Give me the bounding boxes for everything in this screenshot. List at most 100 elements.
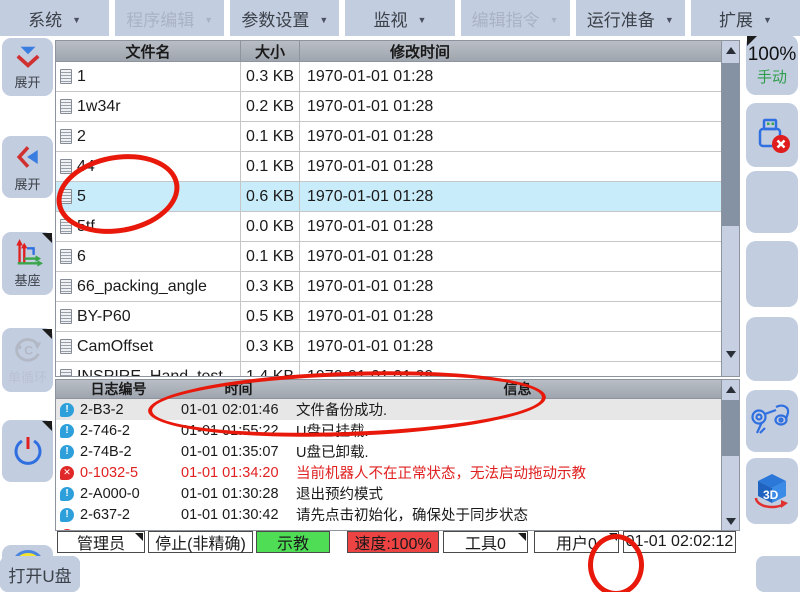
action-button[interactable]: 打开U盘 [0, 556, 80, 592]
speed-mode-button[interactable]: 100% 手动 [746, 35, 798, 95]
teach-pendant-screen: 系统 程序编辑 参数设置 监视 编辑指令 [0, 0, 800, 592]
log-scrollbar[interactable] [721, 380, 739, 530]
file-scrollbar[interactable] [721, 41, 739, 376]
log-level-icon [60, 424, 74, 438]
teach-mode-badge: 示教 [256, 531, 330, 553]
column-header-log-message: 信息 [296, 380, 739, 398]
log-row[interactable]: 2-637-2 01-01 01:30:42 请先点击初始化，确保处于同步状态 [56, 504, 721, 525]
button-label: 基座 [14, 270, 40, 289]
double-chevron-left-icon [14, 142, 42, 172]
speed-percent: 100% [748, 44, 797, 66]
log-row[interactable]: 2-746-2 01-01 01:55:22 U盘已挂载. [56, 420, 721, 441]
file-icon [60, 279, 72, 294]
user-frame-selector[interactable]: 用户0 [534, 531, 619, 553]
log-row[interactable]: 2-B3-2 01-01 02:01:46 文件备份成功. [56, 399, 721, 420]
log-level-icon [60, 445, 74, 459]
file-table: 文件名 大小 修改时间 1 0.3 KB 1970-01-01 01:28 [55, 40, 740, 377]
file-size: 0.0 KB [241, 212, 300, 241]
file-row[interactable]: 6 0.1 KB 1970-01-01 01:28 [56, 242, 721, 272]
chevron-down-icon [665, 8, 674, 28]
action-button-label: 打开U盘 [8, 562, 71, 587]
log-level-icon [60, 487, 74, 501]
log-time: 01-01 01:30:42 [181, 507, 296, 523]
menu-item[interactable]: 监视 [345, 0, 454, 36]
log-list: 2-B3-2 01-01 02:01:46 文件备份成功. 2-746-2 01… [56, 399, 721, 530]
menu-item-label: 监视 [374, 6, 408, 31]
log-row[interactable]: 2-A000-0 01-01 01:30:28 退出预约模式 [56, 483, 721, 504]
menu-item-label: 扩展 [719, 6, 753, 31]
action-bar: 新建 重命名 删除 复制 移动 打开 备份 [0, 556, 800, 592]
usb-eject-button[interactable] [746, 103, 798, 167]
column-header-modified: 修改时间 [300, 41, 739, 61]
scroll-down-icon[interactable] [722, 345, 739, 363]
menu-item[interactable]: 参数设置 [230, 0, 339, 36]
file-name: 5 [77, 188, 86, 206]
drag-teach-button[interactable] [746, 390, 798, 452]
clock: 01-01 02:02:12 [623, 531, 736, 553]
empty-slot-button [746, 171, 798, 233]
log-time: 01-01 01:35:07 [181, 444, 296, 460]
log-id: 0-1032-5 [80, 465, 138, 481]
double-chevron-down-icon [12, 44, 44, 70]
scrollbar-thumb[interactable] [722, 400, 739, 456]
log-table: 日志编号 时间 信息 2-B3-2 01-01 02:01:46 文件备份成功. [55, 379, 740, 531]
column-header-filename: 文件名 [56, 41, 241, 61]
log-row[interactable]: 0-1032-5 01-01 01:34:20 当前机器人不在正常状态，无法启动… [56, 462, 721, 483]
log-id: 2-A000-0 [80, 486, 140, 502]
scroll-down-icon[interactable] [722, 512, 739, 530]
file-row[interactable]: BY-P60 0.5 KB 1970-01-01 01:28 [56, 302, 721, 332]
svg-text:C: C [24, 343, 33, 357]
file-modified-time: 1970-01-01 01:28 [300, 92, 721, 121]
file-row[interactable]: 66_packing_angle 0.3 KB 1970-01-01 01:28 [56, 272, 721, 302]
file-modified-time: 1970-01-01 01:28 [300, 302, 721, 331]
log-message: 文件备份成功. [296, 399, 721, 420]
menu-item[interactable]: 编辑指令 [461, 0, 570, 36]
file-row[interactable]: 5 0.6 KB 1970-01-01 01:28 [56, 182, 721, 212]
column-header-log-id: 日志编号 [56, 380, 181, 398]
menu-item[interactable]: 运行准备 [576, 0, 685, 36]
file-modified-time: 1970-01-01 01:29 [300, 362, 721, 376]
file-row[interactable]: 5tf 0.0 KB 1970-01-01 01:28 [56, 212, 721, 242]
view-3d-button[interactable]: 3D [746, 458, 798, 524]
file-icon [60, 99, 72, 114]
file-row[interactable]: 2 0.1 KB 1970-01-01 01:28 [56, 122, 721, 152]
log-level-icon [60, 466, 74, 480]
log-message: U盘已挂载. [296, 420, 721, 441]
file-icon [60, 129, 72, 144]
file-modified-time: 1970-01-01 01:28 [300, 122, 721, 151]
chevron-down-icon [763, 8, 772, 28]
power-button[interactable] [2, 420, 53, 482]
log-row[interactable]: 2-74B-2 01-01 01:35:07 U盘已卸载. [56, 441, 721, 462]
log-time: 01-01 01:55:22 [181, 423, 296, 439]
file-row[interactable]: 44 0.1 KB 1970-01-01 01:28 [56, 152, 721, 182]
file-row[interactable]: 1w34r 0.2 KB 1970-01-01 01:28 [56, 92, 721, 122]
usb-error-icon [751, 114, 793, 156]
speed-badge[interactable]: 速度:100% [347, 531, 439, 553]
svg-text:3D: 3D [763, 488, 779, 502]
scroll-up-icon[interactable] [722, 41, 739, 59]
menu-item-label: 程序编辑 [126, 6, 194, 31]
file-row[interactable]: CamOffset 0.3 KB 1970-01-01 01:28 [56, 332, 721, 362]
expand-left-button[interactable]: 展开 [2, 136, 53, 198]
expand-down-button[interactable]: 展开 [2, 38, 53, 96]
menu-item[interactable]: 系统 [0, 0, 109, 36]
menu-item[interactable]: 程序编辑 [115, 0, 224, 36]
file-icon [60, 189, 72, 204]
file-name: 1w34r [77, 98, 121, 116]
file-name: 1 [77, 68, 86, 86]
user-role-badge[interactable]: 管理员 [57, 531, 145, 553]
file-row[interactable]: INSPIRE_Hand_test 1.4 KB 1970-01-01 01:2… [56, 362, 721, 376]
file-size: 0.2 KB [241, 92, 300, 121]
empty-slot-button [746, 241, 798, 307]
menu-item[interactable]: 扩展 [691, 0, 800, 36]
log-id: 2-B3-2 [80, 402, 124, 418]
file-list: 1 0.3 KB 1970-01-01 01:28 1w34r 0.2 KB 1… [56, 62, 721, 376]
scroll-up-icon[interactable] [722, 380, 739, 398]
scrollbar-thumb[interactable] [722, 63, 739, 226]
file-modified-time: 1970-01-01 01:28 [300, 182, 721, 211]
file-name: BY-P60 [77, 308, 131, 326]
base-frame-button[interactable]: 基座 [2, 232, 53, 295]
file-row[interactable]: 1 0.3 KB 1970-01-01 01:28 [56, 62, 721, 92]
run-state-badge: 停止(非精确) [148, 531, 253, 553]
tool-selector[interactable]: 工具0 [443, 531, 528, 553]
